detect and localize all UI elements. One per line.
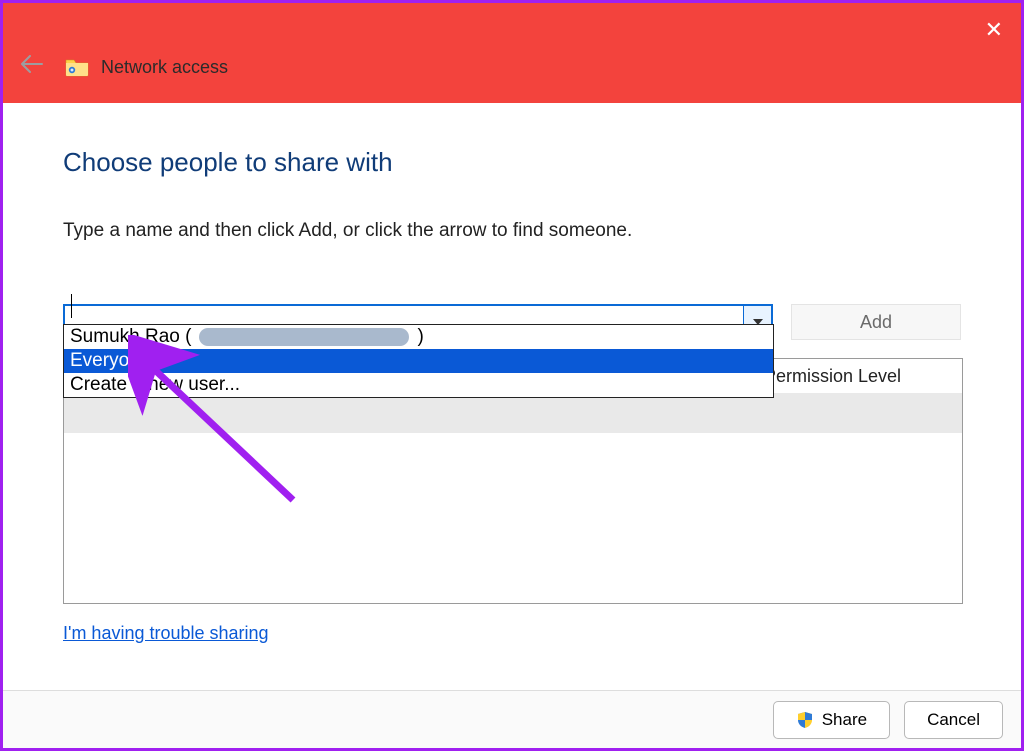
column-permission-level[interactable]: Permission Level	[764, 366, 901, 387]
titlebar: ✕ Network access	[3, 3, 1021, 103]
redacted-email	[199, 328, 409, 346]
list-row[interactable]	[64, 393, 962, 433]
page-heading: Choose people to share with	[63, 147, 961, 178]
dropdown-list: Sumukh Rao ( ) Everyone Create a new use…	[63, 324, 774, 398]
dropdown-item-user[interactable]: Sumukh Rao ( )	[64, 325, 773, 349]
dropdown-item-everyone[interactable]: Everyone	[64, 349, 773, 373]
footer: Share Cancel	[3, 690, 1021, 748]
instruction-text: Type a name and then click Add, or click…	[63, 220, 961, 242]
back-arrow-icon[interactable]	[21, 55, 43, 79]
dropdown-item-label: Everyone	[70, 350, 150, 372]
trouble-sharing-link[interactable]: I'm having trouble sharing	[63, 623, 269, 644]
text-cursor	[71, 294, 72, 318]
shield-icon	[796, 711, 814, 729]
share-button[interactable]: Share	[773, 701, 890, 739]
folder-icon	[65, 57, 89, 77]
dropdown-item-label: Sumukh Rao (	[70, 326, 191, 348]
dropdown-item-create-user[interactable]: Create a new user...	[64, 373, 773, 397]
content-area: Choose people to share with Type a name …	[3, 103, 1021, 340]
dropdown-item-label: Create a new user...	[70, 374, 240, 396]
cancel-button-label: Cancel	[927, 710, 980, 730]
dropdown-item-trailing: )	[417, 326, 423, 348]
window-title: Network access	[101, 57, 228, 78]
share-button-label: Share	[822, 710, 867, 730]
add-button[interactable]: Add	[791, 304, 961, 340]
close-icon[interactable]: ✕	[985, 17, 1003, 43]
cancel-button[interactable]: Cancel	[904, 701, 1003, 739]
